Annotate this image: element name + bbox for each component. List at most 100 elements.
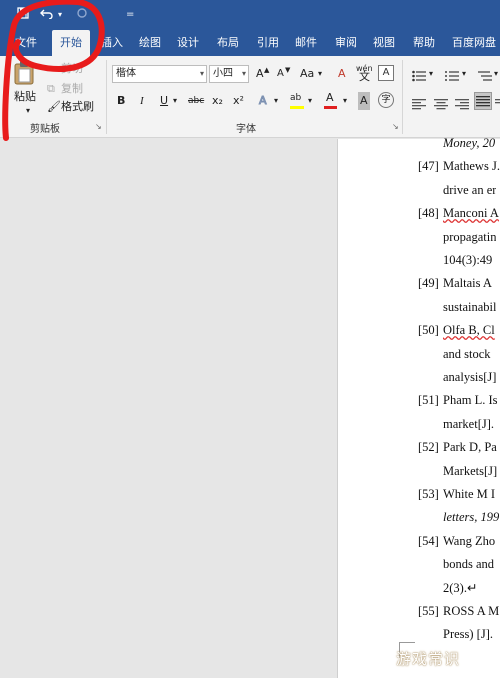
reference-number: [54] (418, 533, 439, 548)
reference-text: Press) [J]. (443, 627, 493, 642)
italic-button[interactable]: I (140, 92, 144, 110)
reference-text: Pham L. Is (443, 393, 498, 408)
reference-text: Money, 20 (443, 136, 496, 150)
align-center-icon[interactable] (434, 95, 448, 110)
customize-quick-access-icon[interactable]: = (126, 7, 134, 23)
reference-line: drive an er (0, 180, 500, 200)
reference-line: 104(3):49 (0, 250, 500, 270)
reference-line: [54] Wang Zho (0, 531, 500, 551)
format-painter-icon[interactable]: 🖌 (47, 98, 61, 116)
reference-line: [50] Olfa B, Cl (0, 320, 500, 340)
phonetic-guide-char-icon: 文 (359, 70, 370, 83)
align-right-icon[interactable] (455, 95, 469, 110)
copy-icon[interactable]: ⧉ (47, 80, 55, 98)
reference-line: [47] Mathews J. (0, 156, 500, 176)
multilevel-dropdown-icon[interactable]: ▾ (494, 65, 498, 83)
cut-icon[interactable]: ✂ (47, 60, 56, 78)
reference-line: analysis[J] (0, 367, 500, 387)
reference-number: [53] (418, 487, 439, 501)
tab-review[interactable]: 审阅 (328, 30, 364, 56)
shrink-font-button[interactable]: A (277, 65, 284, 83)
highlight-dropdown-icon[interactable]: ▾ (308, 92, 312, 110)
reference-number: [47] (418, 159, 439, 174)
align-left-icon[interactable] (412, 95, 426, 110)
tab-insert[interactable]: 插入 (94, 30, 130, 56)
character-border-button[interactable]: A (378, 65, 394, 81)
font-color-bar (324, 106, 337, 109)
save-icon[interactable] (17, 7, 29, 24)
enclose-characters-button[interactable]: 字 (378, 92, 394, 108)
reference-line: [55] ROSS A M (0, 601, 500, 621)
distributed-icon[interactable] (495, 95, 500, 109)
reference-text: Manconi A (443, 206, 499, 221)
reference-line: letters, 199 (0, 507, 500, 527)
font-name-value: 楷体 (116, 68, 136, 79)
reference-text: propagatin (443, 229, 497, 244)
change-case-button[interactable]: Aa (300, 65, 314, 83)
grow-font-button[interactable]: A (256, 65, 264, 83)
grow-font-arrow-icon: ▲ (264, 66, 270, 74)
font-color-dropdown-icon[interactable]: ▾ (343, 92, 347, 110)
group-divider (106, 60, 107, 134)
tab-layout[interactable]: 布局 (210, 30, 246, 56)
justify-icon[interactable] (474, 92, 492, 110)
font-color-button[interactable]: A (326, 89, 334, 107)
reference-number: [52] (418, 440, 439, 455)
bold-button[interactable]: B (117, 92, 125, 110)
reference-line: bonds and (0, 554, 500, 574)
undo-dropdown-icon[interactable]: ▾ (58, 7, 62, 23)
watermark: 游戏常识 (396, 650, 461, 668)
superscript-button[interactable]: x² (233, 92, 244, 110)
clear-formatting-button[interactable]: A (338, 65, 346, 83)
title-bar: ▾ = (0, 0, 500, 30)
numbering-dropdown-icon[interactable]: ▾ (462, 65, 466, 83)
reference-line: Press) [J]. (0, 624, 500, 644)
font-name-select[interactable]: 楷体 ▾ (112, 65, 207, 83)
paste-button[interactable]: 粘贴 (14, 88, 36, 106)
change-case-dropdown-icon[interactable]: ▾ (318, 65, 322, 83)
reference-text: Maltais A (443, 276, 492, 291)
tab-baidu-netdisk[interactable]: 百度网盘 (448, 30, 500, 56)
clipboard-launcher-icon[interactable]: ↘ (95, 122, 102, 131)
tab-home[interactable]: 开始 (52, 30, 90, 56)
reference-text: Mathews J. (443, 159, 500, 174)
chevron-down-icon: ▾ (241, 69, 246, 78)
cut-button[interactable]: 剪切 (61, 60, 83, 78)
redo-icon[interactable] (76, 7, 88, 24)
font-launcher-icon[interactable]: ↘ (392, 122, 399, 131)
tab-mailings[interactable]: 邮件 (288, 30, 324, 56)
tab-design[interactable]: 设计 (170, 30, 206, 56)
tab-references[interactable]: 引用 (250, 30, 286, 56)
underline-dropdown-icon[interactable]: ▾ (173, 92, 177, 110)
strikethrough-button[interactable]: abc (188, 92, 204, 110)
reference-line: propagatin (0, 227, 500, 247)
reference-number: [49] (418, 276, 439, 291)
highlight-color-bar (290, 106, 304, 109)
undo-icon[interactable] (40, 7, 54, 24)
numbering-icon[interactable] (445, 67, 459, 81)
text-effects-dropdown-icon[interactable]: ▾ (274, 92, 278, 110)
copy-button[interactable]: 复制 (61, 80, 83, 98)
bullets-dropdown-icon[interactable]: ▾ (429, 65, 433, 83)
reference-text: letters, 199 (443, 510, 500, 525)
reference-number: [50] (418, 323, 439, 338)
reference-text: sustainabil (443, 299, 497, 314)
paste-dropdown-icon[interactable]: ▾ (26, 102, 30, 120)
tab-help[interactable]: 帮助 (406, 30, 442, 56)
bullets-icon[interactable] (412, 67, 426, 82)
underline-button[interactable]: U (160, 92, 168, 110)
multilevel-list-icon[interactable] (478, 67, 492, 81)
text-effects-button[interactable]: A (259, 92, 267, 110)
group-divider (402, 60, 403, 134)
tab-view[interactable]: 视图 (366, 30, 402, 56)
subscript-button[interactable]: x₂ (212, 92, 223, 110)
reference-text: bonds and (443, 557, 495, 572)
reference-text: ROSS A M (443, 604, 500, 618)
highlight-button[interactable]: ab (290, 89, 301, 107)
shrink-font-arrow-icon: ▼ (285, 66, 291, 74)
format-painter-button[interactable]: 格式刷 (61, 98, 94, 116)
tab-draw[interactable]: 绘图 (132, 30, 168, 56)
font-size-select[interactable]: 小四 ▾ (209, 65, 249, 83)
character-shading-button[interactable]: A (358, 92, 370, 110)
tab-file[interactable]: 文件 (8, 30, 44, 56)
